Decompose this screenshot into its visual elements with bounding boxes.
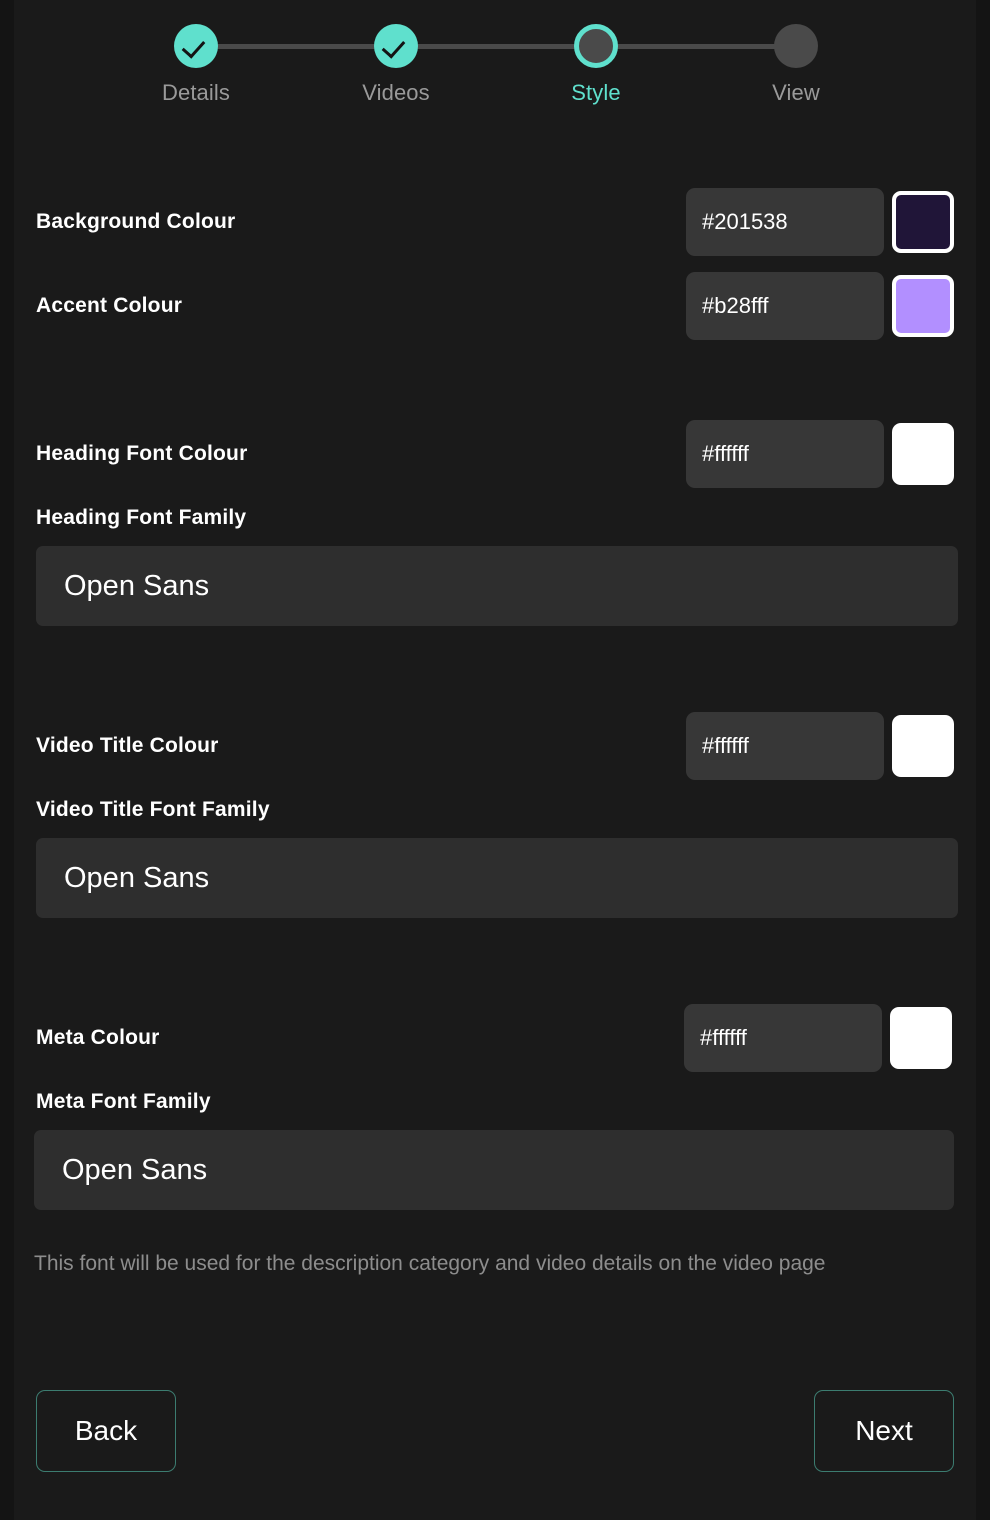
wizard-stepper: Details Videos Style View [0,0,990,130]
heading-font-family-input[interactable] [36,546,958,626]
check-icon [174,24,218,68]
meta-font-family-input[interactable] [34,1130,954,1210]
heading-font-colour-row: Heading Font Colour [36,420,954,488]
stepper-label-view: View [772,80,820,105]
stepper-step-style[interactable]: Style [496,0,696,106]
stepper-label-videos: Videos [362,80,430,105]
stepper-step-videos[interactable]: Videos [296,0,496,106]
video-title-colour-input[interactable] [686,712,884,780]
meta-font-family-label: Meta Font Family [36,1090,211,1113]
background-colour-controls [686,188,954,256]
heading-font-colour-controls [686,420,954,488]
background-colour-swatch[interactable] [892,191,954,253]
meta-colour-controls [684,1004,952,1072]
video-title-colour-controls [686,712,954,780]
style-wizard-page: Details Videos Style View Background Col… [0,0,990,1520]
background-colour-row: Background Colour [36,188,954,256]
video-title-colour-row: Video Title Colour [36,712,954,780]
heading-font-colour-swatch[interactable] [892,423,954,485]
stepper-step-details[interactable]: Details [96,0,296,106]
wizard-footer: Back Next [36,1390,954,1472]
next-button[interactable]: Next [814,1390,954,1472]
meta-font-helper-text: This font will be used for the descripti… [34,1252,826,1275]
meta-colour-swatch[interactable] [890,1007,952,1069]
video-title-font-family-label: Video Title Font Family [36,798,270,821]
video-title-colour-label: Video Title Colour [36,734,219,757]
style-form: Background Colour Accent Colour Heading … [0,168,990,1280]
accent-colour-swatch[interactable] [892,275,954,337]
video-title-font-family-input[interactable] [36,838,958,918]
back-button[interactable]: Back [36,1390,176,1472]
pending-step-dot-icon [774,24,818,68]
stepper-label-details: Details [162,80,230,105]
meta-colour-label: Meta Colour [36,1026,160,1049]
current-step-ring-icon [574,24,618,68]
accent-colour-row: Accent Colour [36,272,954,340]
video-title-colour-swatch[interactable] [892,715,954,777]
accent-colour-input[interactable] [686,272,884,340]
stepper-step-view[interactable]: View [696,0,896,106]
heading-font-colour-input[interactable] [686,420,884,488]
heading-font-family-label: Heading Font Family [36,506,247,529]
check-icon [374,24,418,68]
meta-colour-row: Meta Colour [36,1004,952,1072]
stepper-label-style: Style [571,80,621,105]
heading-font-colour-label: Heading Font Colour [36,442,248,465]
accent-colour-controls [686,272,954,340]
meta-colour-input[interactable] [684,1004,882,1072]
accent-colour-label: Accent Colour [36,294,183,317]
background-colour-label: Background Colour [36,210,236,233]
background-colour-input[interactable] [686,188,884,256]
